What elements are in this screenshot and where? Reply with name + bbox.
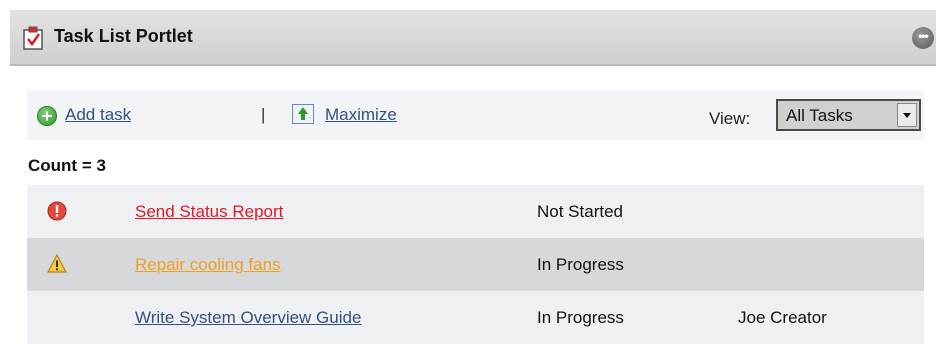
task-status: In Progress: [537, 255, 624, 274]
task-list-icon: [23, 26, 43, 50]
add-task-link[interactable]: Add task: [65, 105, 131, 125]
chevron-down-icon[interactable]: [897, 103, 917, 127]
task-name-link[interactable]: Repair cooling fans: [135, 255, 281, 275]
task-status: In Progress: [537, 308, 624, 327]
add-icon[interactable]: [37, 106, 57, 126]
view-select[interactable]: All Tasks: [776, 99, 921, 131]
warning-icon: [47, 254, 67, 273]
task-status: Not Started: [537, 202, 623, 221]
toolbar: Add task | Maximize View: All Tasks: [27, 90, 924, 140]
task-name-link[interactable]: Send Status Report: [135, 202, 283, 222]
maximize-icon[interactable]: [292, 104, 314, 124]
task-owner: Joe Creator: [738, 308, 827, 327]
toolbar-separator: |: [261, 105, 266, 124]
task-list: Send Status Report Not Started Repair co…: [27, 185, 924, 344]
view-select-value: All Tasks: [786, 106, 853, 125]
task-name-link[interactable]: Write System Overview Guide: [135, 308, 361, 328]
more-options-icon[interactable]: •••: [912, 27, 934, 49]
view-label: View:: [709, 109, 751, 128]
maximize-link[interactable]: Maximize: [325, 105, 397, 125]
task-count: Count = 3: [28, 156, 106, 175]
error-icon: [47, 201, 67, 221]
portlet-header: Task List Portlet •••: [10, 10, 936, 66]
task-row: Send Status Report Not Started: [27, 185, 924, 238]
task-row: Write System Overview Guide In Progress …: [27, 291, 924, 344]
task-row: Repair cooling fans In Progress: [27, 238, 924, 291]
portlet-title: Task List Portlet: [54, 26, 193, 46]
